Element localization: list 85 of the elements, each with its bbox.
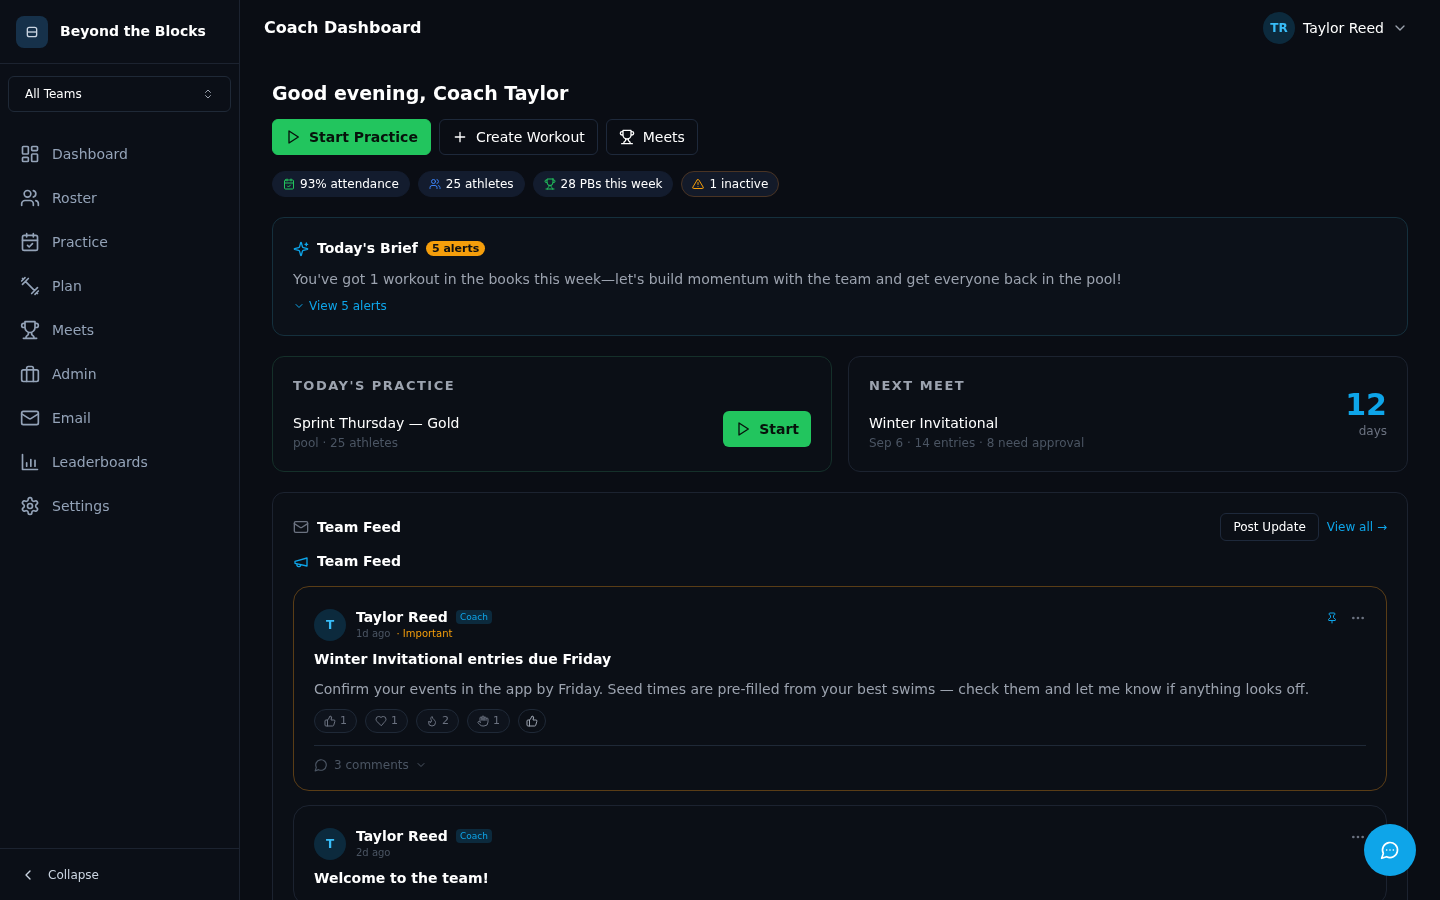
users-icon — [428, 178, 441, 190]
bar-chart-icon — [20, 452, 40, 472]
practice-name: Sprint Thursday — Gold — [293, 414, 460, 434]
mail-icon — [20, 408, 40, 428]
view-all-link[interactable]: View all → — [1326, 518, 1387, 536]
heart-icon — [375, 715, 387, 727]
user-menu[interactable]: TR Taylor Reed — [1263, 12, 1408, 44]
user-avatar: TR — [1263, 12, 1295, 44]
team-selector[interactable]: All Teams — [8, 76, 231, 112]
nav-item[interactable]: Meets — [12, 312, 227, 348]
calendar-icon — [283, 178, 295, 190]
post-body: Confirm your events in the app by Friday. Seed times are pre-filled from your best swims — check them and let me know if anything looks off. — [314, 680, 1311, 699]
days-label: days — [1358, 423, 1387, 440]
nav-item[interactable]: Admin — [12, 356, 227, 392]
reaction-button[interactable]: 1 — [467, 709, 510, 733]
trophy-icon — [20, 320, 40, 340]
grid-icon — [20, 144, 40, 164]
collapse-button[interactable]: Collapse — [20, 865, 99, 884]
post-update-button[interactable]: Post Update — [1220, 513, 1319, 541]
feed-title: Team Feed — [317, 517, 402, 537]
nav-item[interactable]: Plan — [12, 268, 227, 304]
flame-icon — [426, 715, 438, 727]
thumbs-up-icon — [324, 715, 336, 727]
comment-icon — [314, 758, 328, 772]
post-time: 1d ago — [356, 627, 391, 641]
card-heading: NEXT MEET — [869, 376, 967, 395]
role-badge: Coach — [455, 610, 492, 624]
author-avatar: T — [314, 608, 346, 641]
thumbs-up-icon — [526, 715, 538, 727]
logo-icon — [16, 15, 48, 48]
post-title: Winter Invitational entries due Friday — [314, 650, 613, 669]
card-heading: TODAY'S PRACTICE — [293, 376, 457, 395]
reaction-button[interactable]: 1 — [314, 709, 357, 733]
role-badge: Coach — [455, 829, 492, 843]
user-name: Taylor Reed — [1303, 18, 1384, 38]
post-title: Welcome to the team! — [314, 869, 490, 888]
briefcase-icon — [20, 364, 40, 384]
trophy-icon — [543, 178, 556, 190]
nav-item[interactable]: Dashboard — [12, 136, 227, 172]
nav-item[interactable]: Leaderboards — [12, 444, 227, 480]
stat-chip: 28 PBs this week — [532, 171, 674, 197]
meet-name: Winter Invitational — [869, 414, 1000, 434]
hand-icon — [477, 715, 489, 727]
mail-icon — [293, 519, 309, 535]
calendar-icon — [20, 232, 40, 252]
dumbbell-icon — [20, 276, 40, 296]
action-button[interactable]: Meets — [605, 119, 698, 155]
stat-chip: 1 inactive — [681, 171, 780, 197]
days-count: 12 — [1345, 388, 1387, 422]
reaction-button[interactable]: 2 — [416, 709, 459, 733]
start-button[interactable]: Start — [723, 411, 811, 447]
action-button[interactable]: Create Workout — [438, 119, 598, 155]
users-icon — [20, 188, 40, 208]
brand-name: Beyond the Blocks — [60, 22, 206, 41]
greeting: Good evening, Coach Taylor — [272, 81, 570, 106]
settings-icon — [20, 496, 40, 516]
chevron-up-down-icon — [202, 88, 214, 100]
nav-item[interactable]: Roster — [12, 180, 227, 216]
post-time: 2d ago — [356, 846, 391, 860]
alert-badge: 5 alerts — [425, 241, 486, 256]
sparkles-icon — [293, 240, 309, 257]
meet-meta: Sep 6 · 14 entries · 8 need approval — [869, 435, 1085, 453]
warning-icon — [692, 178, 705, 190]
nav-item[interactable]: Settings — [12, 488, 227, 524]
practice-meta: pool · 25 athletes — [293, 435, 399, 453]
nav-item[interactable]: Practice — [12, 224, 227, 260]
nav-item[interactable]: Email — [12, 400, 227, 436]
stat-chip: 93% attendance — [272, 171, 410, 197]
chat-icon — [1380, 840, 1400, 860]
author-name: Taylor Reed — [356, 608, 448, 626]
page-title: Coach Dashboard — [264, 17, 422, 39]
important-tag: · Important — [396, 626, 453, 641]
reaction-button[interactable]: 1 — [365, 709, 408, 733]
feed-subtitle: Team Feed — [317, 552, 402, 571]
brief-title: Today's Brief — [317, 239, 418, 258]
author-avatar: T — [314, 827, 346, 860]
author-name: Taylor Reed — [356, 827, 448, 845]
stat-chip: 25 athletes — [417, 171, 525, 197]
trophy-icon — [618, 129, 635, 145]
action-button[interactable]: Start Practice — [272, 119, 431, 155]
pin-icon — [1326, 612, 1338, 624]
play-icon — [735, 421, 752, 437]
play-icon — [285, 129, 301, 145]
brief-text: You've got 1 workout in the books this week—let's build momentum with the team and get everyone back in the pool! — [293, 270, 1123, 289]
view-alerts-link[interactable]: View 5 alerts — [293, 297, 387, 315]
